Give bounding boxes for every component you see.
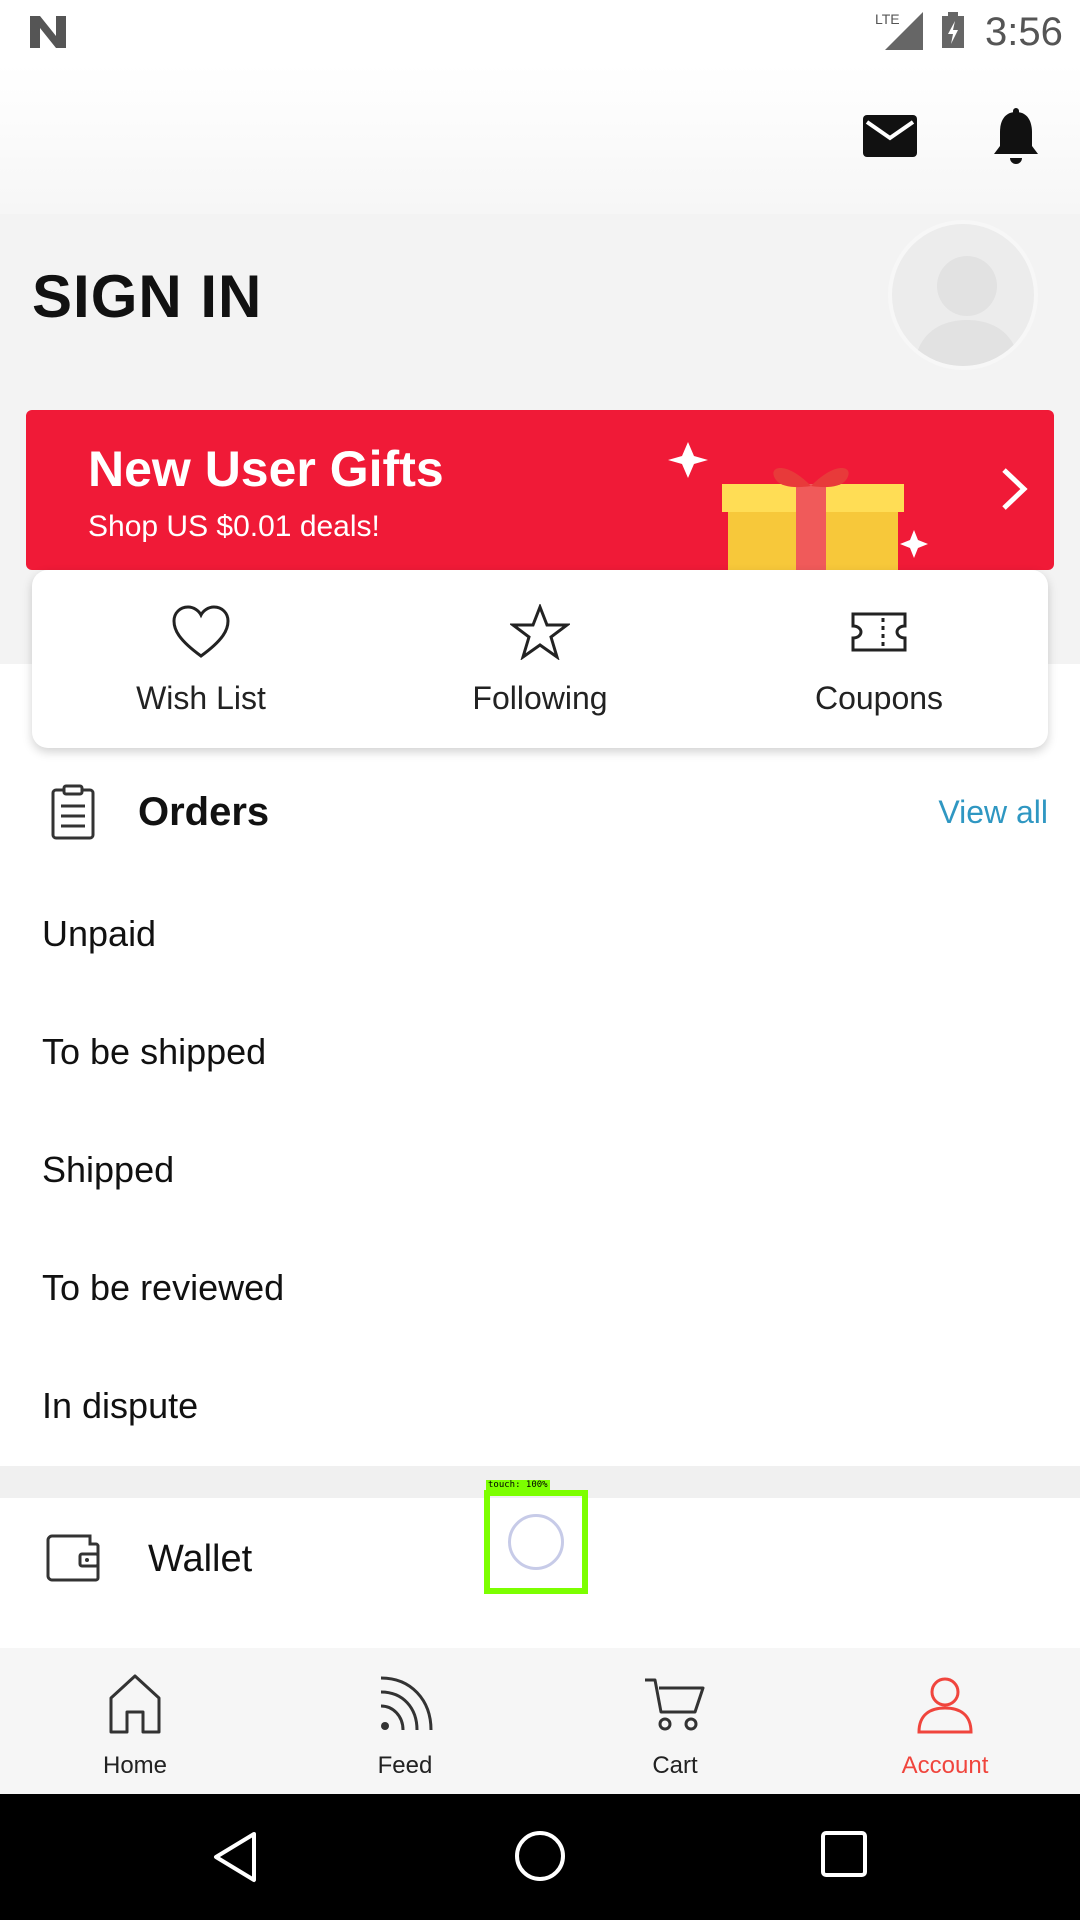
notification-n-icon: [30, 16, 66, 48]
star-icon: [510, 604, 570, 660]
system-nav-bar: [0, 1794, 1080, 1920]
top-actions: [0, 64, 1080, 214]
battery-icon: [942, 12, 964, 48]
bell-icon[interactable]: [990, 108, 1042, 166]
coupons-button[interactable]: Coupons: [710, 570, 1048, 748]
heart-icon: [172, 605, 230, 658]
wish-list-button[interactable]: Wish List: [32, 570, 370, 748]
avatar[interactable]: [888, 220, 1038, 370]
wish-list-label: Wish List: [136, 680, 266, 716]
order-item-to-be-reviewed[interactable]: To be reviewed: [42, 1267, 284, 1309]
following-label: Following: [472, 680, 608, 716]
nav-account[interactable]: Account: [810, 1648, 1080, 1794]
touch-point: [508, 1514, 564, 1570]
quick-links-card: Wish List Following Coupons: [32, 570, 1048, 748]
status-bar: LTE 3:56: [0, 0, 1080, 64]
bottom-nav: Home Feed Cart Account: [0, 1648, 1080, 1794]
back-icon[interactable]: [210, 1830, 260, 1884]
coupons-label: Coupons: [814, 680, 944, 716]
orders-title: Orders: [138, 790, 270, 834]
nav-feed[interactable]: Feed: [270, 1648, 540, 1794]
nav-account-label: Account: [901, 1752, 989, 1779]
feed-icon: [380, 1676, 433, 1731]
order-item-unpaid[interactable]: Unpaid: [42, 913, 156, 955]
nav-home[interactable]: Home: [0, 1648, 270, 1794]
network-label: LTE: [875, 11, 900, 27]
orders-header: Orders View all: [0, 770, 1080, 860]
wallet-label: Wallet: [148, 1538, 253, 1580]
touch-indicator: [484, 1490, 588, 1594]
banner-title: New User Gifts: [88, 441, 444, 497]
nav-feed-label: Feed: [377, 1752, 433, 1779]
nav-cart[interactable]: Cart: [540, 1648, 810, 1794]
wallet-icon: [46, 1534, 100, 1582]
following-button[interactable]: Following: [371, 570, 709, 748]
clock: 3:56: [985, 10, 1063, 54]
chevron-right-icon: [1002, 468, 1028, 510]
new-user-gifts-banner[interactable]: New User Gifts Shop US $0.01 deals!: [26, 410, 1054, 570]
gift-icon: [668, 442, 928, 570]
avatar-placeholder-icon: [914, 256, 1020, 366]
nav-home-label: Home: [102, 1752, 168, 1779]
home-circle-icon[interactable]: [514, 1830, 566, 1882]
order-item-shipped[interactable]: Shipped: [42, 1149, 174, 1191]
recents-icon[interactable]: [820, 1830, 868, 1878]
clipboard-icon: [51, 784, 95, 840]
ticket-icon: [851, 612, 907, 652]
nav-cart-label: Cart: [652, 1752, 698, 1779]
sign-in-title[interactable]: SIGN IN: [32, 262, 262, 331]
view-all-link[interactable]: View all: [938, 794, 1048, 831]
order-item-to-be-shipped[interactable]: To be shipped: [42, 1031, 266, 1073]
order-item-in-dispute[interactable]: In dispute: [42, 1385, 198, 1427]
home-icon: [109, 1674, 161, 1734]
signal-icon: LTE: [875, 11, 923, 50]
cart-icon: [645, 1678, 705, 1731]
mail-icon[interactable]: [862, 114, 918, 158]
touch-indicator-label: touch: 100%: [486, 1480, 550, 1490]
banner-subtitle: Shop US $0.01 deals!: [88, 510, 380, 543]
account-icon: [917, 1677, 973, 1734]
